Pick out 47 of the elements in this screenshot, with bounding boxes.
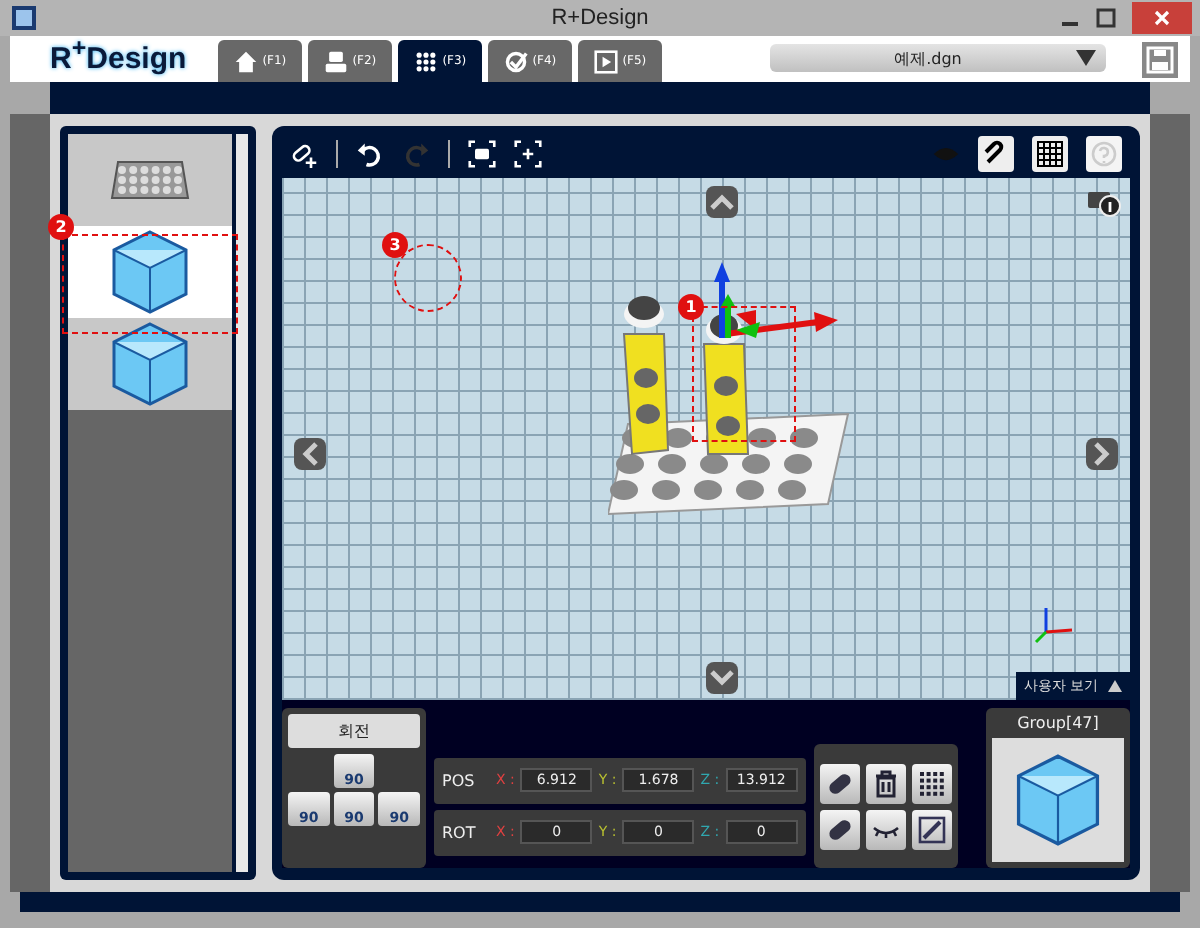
pan-right-button[interactable] xyxy=(1086,438,1118,470)
plate-icon xyxy=(110,158,190,202)
grid-button[interactable] xyxy=(1032,136,1068,172)
part-item[interactable] xyxy=(68,134,232,226)
axis-indicator-icon xyxy=(1034,604,1074,644)
cube-icon xyxy=(110,322,190,406)
check-icon xyxy=(504,49,529,73)
maximize-icon[interactable] xyxy=(1096,8,1116,28)
close-icon xyxy=(1154,10,1170,26)
file-dropdown[interactable]: 예제.dgn xyxy=(770,44,1106,72)
focus-icon[interactable] xyxy=(514,140,542,168)
camera-info-icon[interactable] xyxy=(1086,186,1122,218)
part-item[interactable] xyxy=(68,226,232,318)
pan-down-button[interactable] xyxy=(706,662,738,694)
annotation-marker: 3 xyxy=(382,232,408,258)
close-button[interactable] xyxy=(1132,2,1192,34)
tool-button[interactable] xyxy=(865,809,906,849)
tool-button[interactable] xyxy=(819,763,860,803)
row-label: ROT xyxy=(442,823,478,841)
cube-icon xyxy=(110,230,190,314)
tool-button[interactable] xyxy=(911,763,952,803)
tool-button[interactable] xyxy=(865,763,906,803)
rotation-title: 회전 xyxy=(288,714,420,748)
trash-icon xyxy=(871,769,900,797)
window-title: R+Design xyxy=(551,6,649,30)
group-title: Group[47] xyxy=(1017,714,1099,732)
cube-icon xyxy=(1014,754,1102,846)
play-icon xyxy=(594,49,619,73)
add-part-icon[interactable] xyxy=(290,140,318,168)
tool-button[interactable] xyxy=(819,809,860,849)
part-item[interactable] xyxy=(68,318,232,410)
annotation-marker: 1 xyxy=(678,294,704,320)
caret-icon xyxy=(1108,680,1122,692)
dot-grid-icon xyxy=(917,769,946,797)
undo-icon[interactable] xyxy=(356,140,384,168)
app-icon xyxy=(12,6,36,30)
dot-grid-icon xyxy=(414,49,439,73)
tool-button[interactable] xyxy=(911,809,952,849)
caret-icon xyxy=(1076,50,1096,66)
pencil-icon xyxy=(917,815,946,843)
home-icon xyxy=(234,49,259,73)
pan-left-button[interactable] xyxy=(294,438,326,470)
save-button[interactable] xyxy=(1142,42,1178,78)
magnet-button[interactable] xyxy=(978,136,1014,172)
pan-up-button[interactable] xyxy=(706,186,738,218)
app-logo: R$^{+}$Design xyxy=(50,34,187,76)
row-label: POS xyxy=(442,771,477,789)
